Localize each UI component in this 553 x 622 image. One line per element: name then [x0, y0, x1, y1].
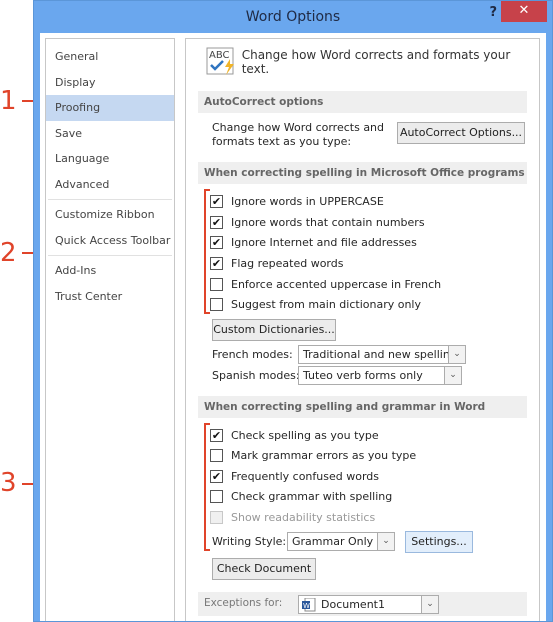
checkbox-ignore-uppercase[interactable]: ✔ — [210, 194, 223, 208]
checkbox-flag-repeated[interactable]: ✔ — [210, 256, 223, 270]
section-office-spelling: When correcting spelling in Microsoft Of… — [198, 162, 527, 184]
dialog-client: General Display Proofing Save Language A… — [40, 33, 546, 621]
options-nav: General Display Proofing Save Language A… — [45, 38, 175, 621]
autocorrect-desc-1: Change how Word corrects and — [212, 121, 385, 134]
settings-button[interactable]: Settings... — [405, 531, 473, 553]
check-document-button[interactable]: Check Document — [212, 558, 316, 580]
autocorrect-options-button[interactable]: AutoCorrect Options... — [397, 122, 525, 144]
exceptions-label: Exceptions for: — [204, 597, 283, 609]
annotation-bracket-2 — [204, 189, 210, 314]
writing-style-label: Writing Style: — [212, 535, 287, 548]
nav-item-quick-access-toolbar[interactable]: Quick Access Toolbar — [46, 228, 174, 254]
nav-divider — [48, 255, 172, 256]
nav-item-general[interactable]: General — [46, 44, 174, 70]
nav-item-add-ins[interactable]: Add-Ins — [46, 258, 174, 284]
checkbox-main-dictionary[interactable] — [210, 297, 223, 311]
panel-header: ABC Change how Word corrects and formats… — [206, 47, 539, 77]
french-modes-select[interactable]: Traditional and new spellings ⌄ — [298, 345, 466, 364]
annotation-1: 1 — [0, 86, 17, 116]
svg-text:W: W — [303, 602, 310, 610]
option-ignore-internet[interactable]: ✔ Ignore Internet and file addresses — [210, 233, 417, 251]
spanish-modes-label: Spanish modes: — [212, 369, 300, 382]
checkbox-ignore-internet[interactable]: ✔ — [210, 235, 223, 249]
option-confused-words[interactable]: ✔ Frequently confused words — [210, 467, 379, 485]
autocorrect-desc-2: formats text as you type: — [212, 135, 352, 148]
checkbox-readability — [210, 510, 223, 524]
writing-style-select[interactable]: Grammar Only ⌄ — [287, 532, 395, 551]
word-document-icon: W — [302, 598, 316, 612]
checkbox-confused-words[interactable]: ✔ — [210, 469, 223, 483]
dialog-title: Word Options — [245, 9, 341, 25]
nav-item-advanced[interactable]: Advanced — [46, 172, 174, 198]
annotation-2: 2 — [0, 238, 17, 268]
option-check-spelling[interactable]: ✔ Check spelling as you type — [210, 426, 379, 444]
abc-check-icon: ABC — [206, 47, 234, 75]
nav-item-customize-ribbon[interactable]: Customize Ribbon — [46, 202, 174, 228]
svg-text:ABC: ABC — [209, 50, 230, 61]
checkbox-enforce-french[interactable] — [210, 277, 223, 291]
checkbox-ignore-numbers[interactable]: ✔ — [210, 215, 223, 229]
chevron-down-icon: ⌄ — [448, 346, 465, 363]
panel-header-text: Change how Word corrects and formats you… — [241, 48, 511, 76]
option-enforce-french[interactable]: Enforce accented uppercase in French — [210, 275, 441, 293]
option-ignore-uppercase[interactable]: ✔ Ignore words in UPPERCASE — [210, 192, 384, 210]
option-mark-grammar[interactable]: Mark grammar errors as you type — [210, 446, 416, 464]
chevron-down-icon: ⌄ — [377, 533, 394, 550]
word-options-dialog: Word Options ? ✕ General Display Proofin… — [33, 0, 553, 622]
section-autocorrect: AutoCorrect options — [198, 91, 527, 113]
option-check-grammar[interactable]: Check grammar with spelling — [210, 487, 392, 505]
annotation-bracket-3 — [204, 423, 210, 551]
option-main-dictionary[interactable]: Suggest from main dictionary only — [210, 295, 421, 313]
checkbox-check-grammar[interactable] — [210, 489, 223, 503]
nav-item-display[interactable]: Display — [46, 70, 174, 96]
option-flag-repeated[interactable]: ✔ Flag repeated words — [210, 254, 343, 272]
option-readability: Show readability statistics — [210, 508, 375, 526]
checkbox-mark-grammar[interactable] — [210, 448, 223, 462]
nav-item-proofing[interactable]: Proofing — [46, 95, 174, 121]
nav-item-language[interactable]: Language — [46, 146, 174, 172]
option-ignore-numbers[interactable]: ✔ Ignore words that contain numbers — [210, 213, 425, 231]
spanish-modes-select[interactable]: Tuteo verb forms only ⌄ — [298, 366, 462, 385]
nav-item-save[interactable]: Save — [46, 121, 174, 147]
close-button[interactable]: ✕ — [501, 1, 547, 22]
annotation-3: 3 — [0, 468, 17, 498]
checkbox-check-spelling[interactable]: ✔ — [210, 428, 223, 442]
custom-dictionaries-button[interactable]: Custom Dictionaries... — [212, 319, 336, 341]
exceptions-select[interactable]: W Document1 ⌄ — [298, 595, 439, 614]
chevron-down-icon: ⌄ — [421, 596, 438, 613]
nav-item-trust-center[interactable]: Trust Center — [46, 284, 174, 310]
help-button[interactable]: ? — [489, 3, 497, 23]
chevron-down-icon: ⌄ — [444, 367, 461, 384]
nav-divider — [48, 199, 172, 200]
proofing-panel: ABC Change how Word corrects and formats… — [185, 38, 540, 621]
french-modes-label: French modes: — [212, 348, 293, 361]
section-word-spelling: When correcting spelling and grammar in … — [198, 396, 527, 418]
